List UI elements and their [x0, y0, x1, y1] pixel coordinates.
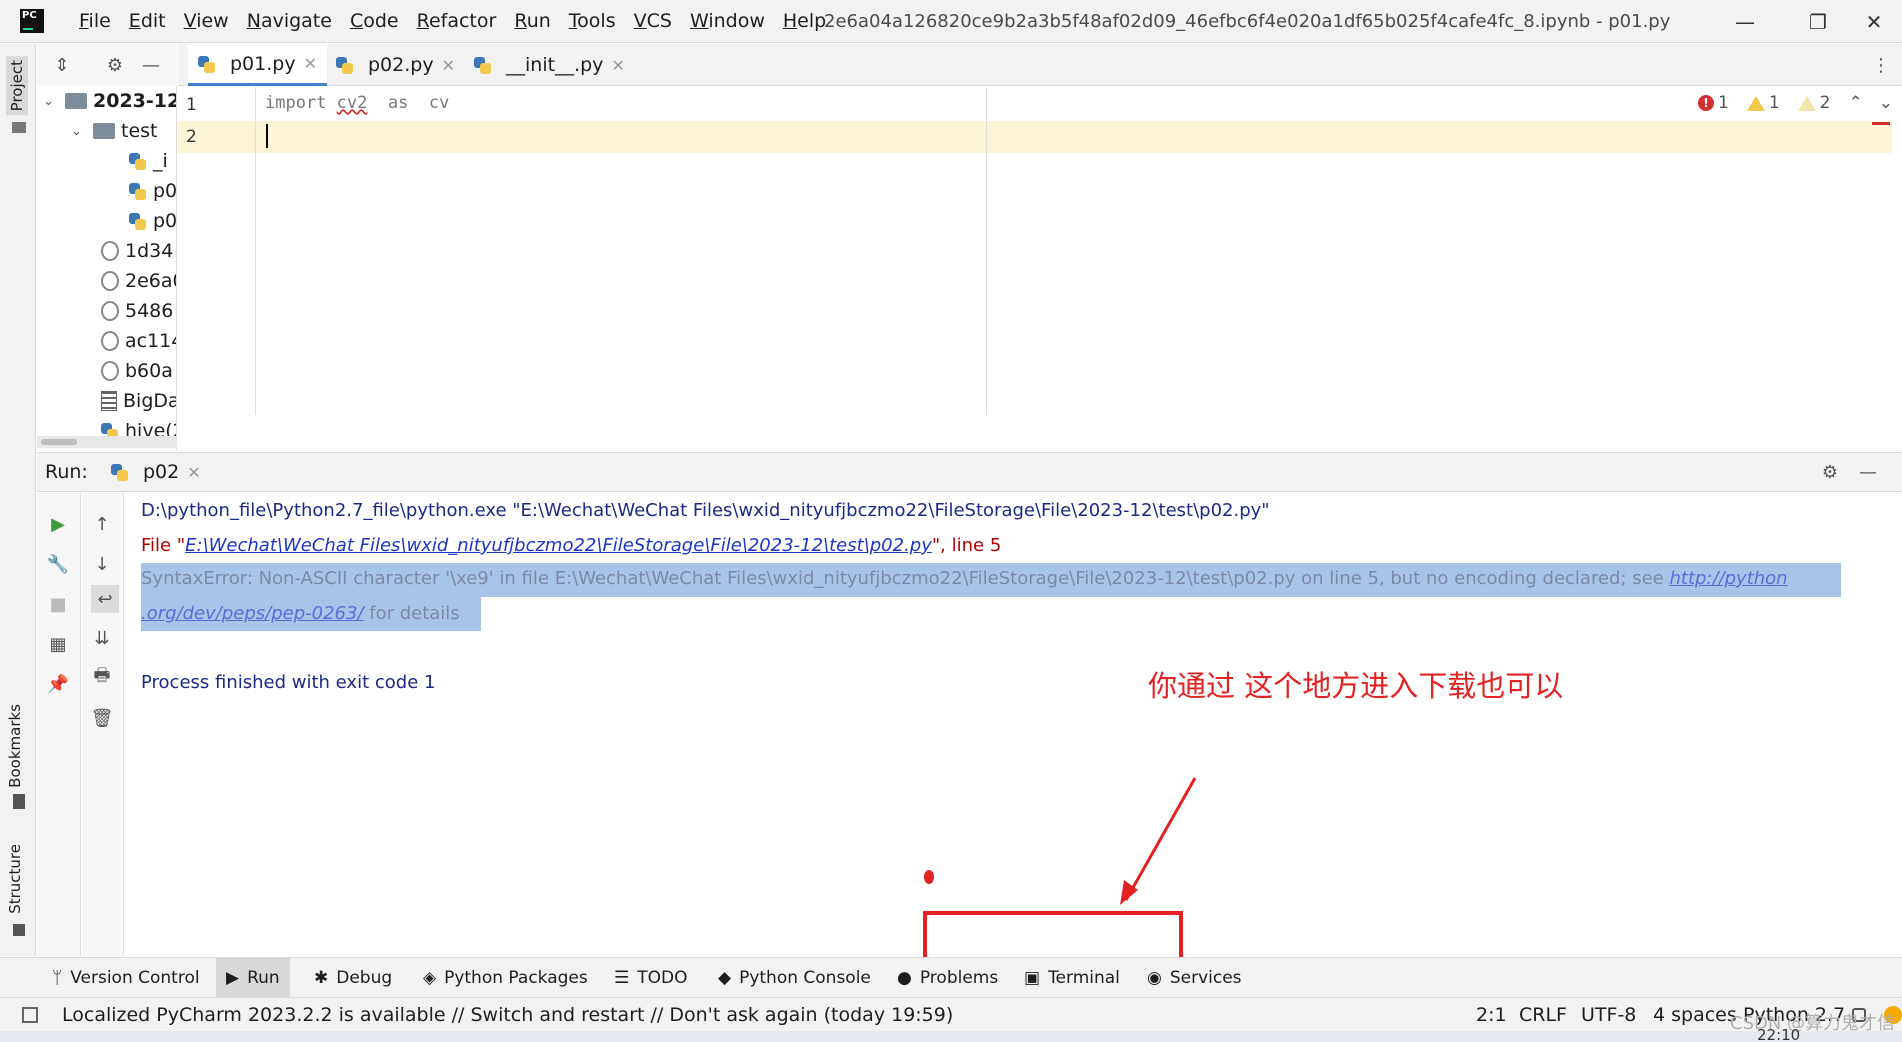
status-bar: Localized PyCharm 2023.2.2 is available … — [0, 997, 1902, 1031]
bug-icon: ✱ — [314, 968, 329, 988]
tool-todo[interactable]: ☰ TODO — [614, 958, 688, 998]
tool-python-packages[interactable]: ◈ Python Packages — [423, 958, 588, 998]
indent-setting[interactable]: 4 spaces — [1653, 998, 1737, 1032]
tool-problems[interactable]: ● Problems — [897, 958, 998, 998]
caret-position[interactable]: 2:1 — [1476, 998, 1507, 1032]
list-icon: ☰ — [614, 968, 630, 988]
tool-terminal[interactable]: ▣ Terminal — [1024, 958, 1120, 998]
python-icon: ◆ — [718, 968, 732, 988]
play-icon: ▶ — [226, 968, 240, 988]
tool-services[interactable]: ◉ Services — [1147, 958, 1242, 998]
annotation-arrow — [1124, 777, 1197, 901]
bottom-tool-bar: ᛘ Version Control ▶ Run ✱ Debug ◈ Python Pac… — [0, 957, 1902, 998]
tool-python-console[interactable]: ◆ Python Console — [718, 958, 871, 998]
update-notification[interactable]: Localized PyCharm 2023.2.2 is available … — [62, 998, 953, 1032]
branch-icon: ᛘ — [52, 968, 63, 988]
system-clock: 22:10 — [1757, 1026, 1801, 1042]
watermark: CSDN @算力鬼才信 — [1730, 1013, 1896, 1034]
services-icon: ◉ — [1147, 968, 1162, 988]
layers-icon: ◈ — [423, 968, 437, 988]
tool-run[interactable]: ▶ Run — [216, 958, 290, 998]
toggle-tool-windows-icon[interactable] — [22, 1007, 38, 1023]
annotation-dot — [924, 870, 934, 884]
info-icon: ● — [897, 968, 912, 988]
tool-version-control[interactable]: ᛘ Version Control — [52, 958, 200, 998]
annotation-overlay — [923, 777, 1197, 1000]
line-separator[interactable]: CRLF — [1519, 998, 1567, 1032]
terminal-icon: ▣ — [1024, 968, 1041, 988]
file-encoding[interactable]: UTF-8 — [1581, 998, 1636, 1032]
os-taskbar — [0, 1031, 1902, 1042]
tool-debug[interactable]: ✱ Debug — [314, 958, 392, 998]
